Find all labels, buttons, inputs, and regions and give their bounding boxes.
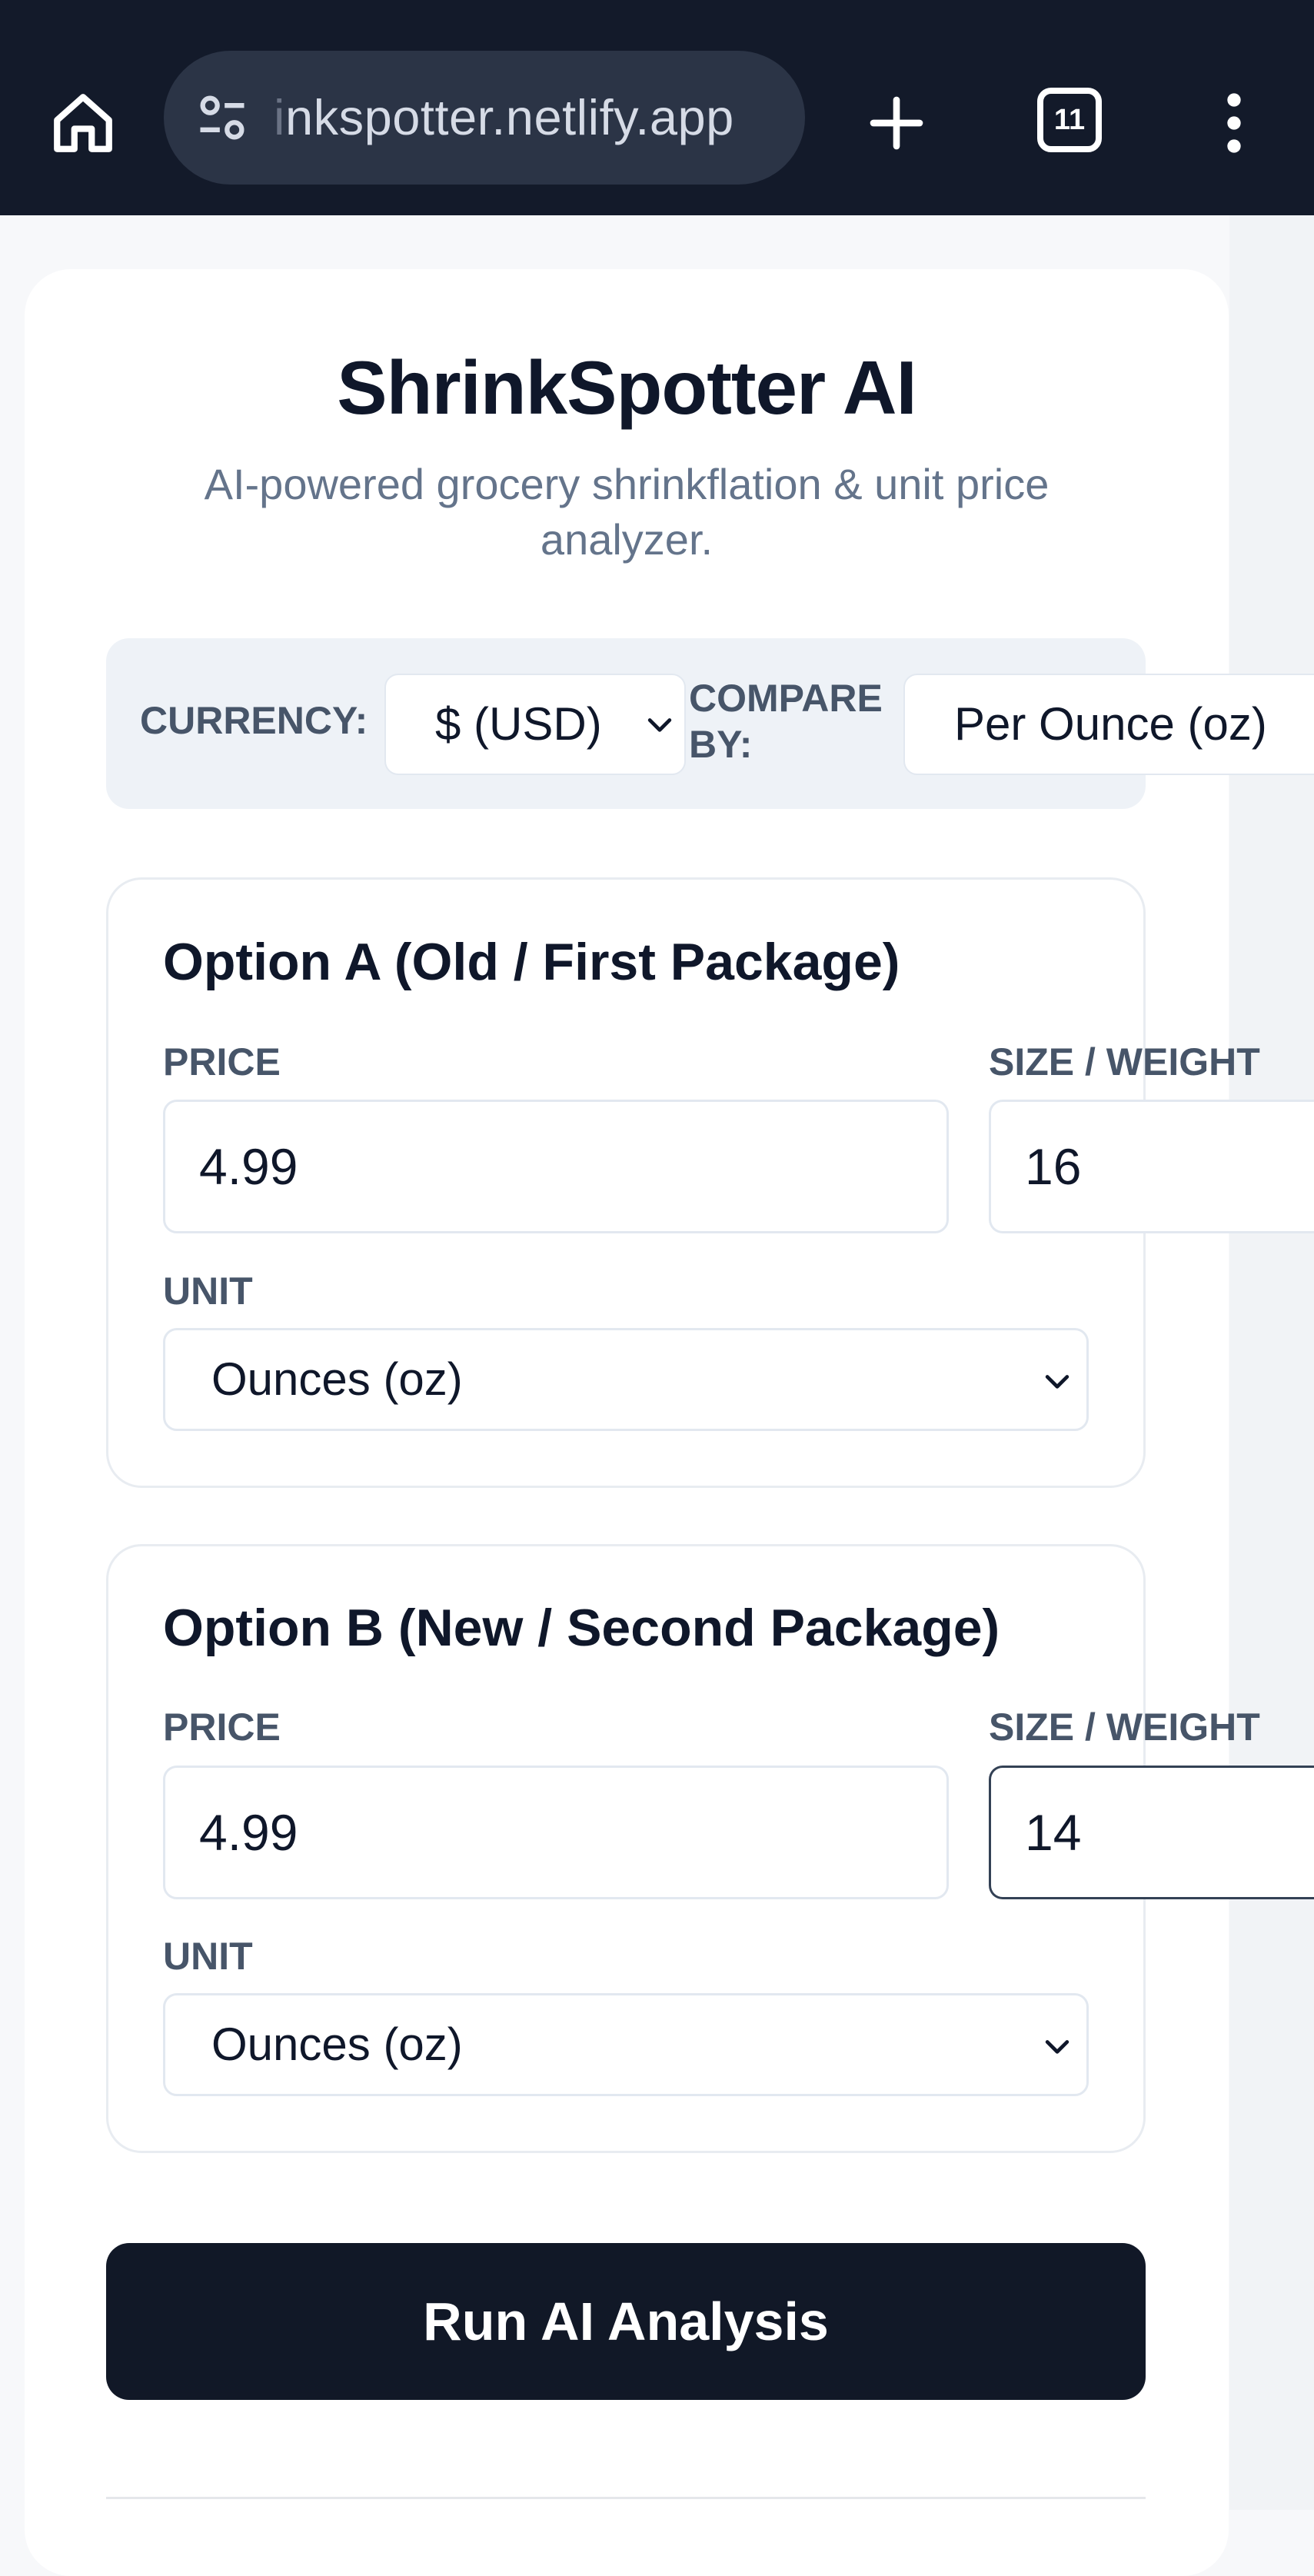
section-divider bbox=[106, 2497, 1146, 2499]
currency-value: $ (USD) bbox=[435, 698, 602, 750]
tab-count: 11 bbox=[1053, 103, 1086, 136]
chevron-down-icon bbox=[1045, 2040, 1069, 2054]
option-a-price-input[interactable]: 4.99 bbox=[163, 1100, 949, 1233]
option-a-price-value: 4.99 bbox=[199, 1138, 298, 1195]
currency-select[interactable]: $ (USD) bbox=[384, 674, 686, 775]
currency-label: CURRENCY: bbox=[140, 699, 368, 742]
option-a-size-value: 16 bbox=[1025, 1138, 1082, 1195]
chevron-down-icon bbox=[1045, 1375, 1069, 1389]
option-a-price-label: PRICE bbox=[163, 1040, 281, 1083]
address-bar[interactable]: inkspotter.netlify.app bbox=[164, 51, 805, 185]
option-b-unit-label: UNIT bbox=[163, 1935, 253, 1978]
option-a-size-label: SIZE / WEIGHT bbox=[989, 1040, 1260, 1083]
chevron-down-icon bbox=[647, 718, 672, 732]
option-b-price-input[interactable]: 4.99 bbox=[163, 1766, 949, 1899]
home-icon[interactable] bbox=[45, 85, 121, 161]
more-vert-icon[interactable] bbox=[1207, 85, 1261, 161]
option-a-title: Option A (Old / First Package) bbox=[163, 933, 900, 991]
plus-icon[interactable] bbox=[858, 85, 935, 161]
option-a-unit-value: Ounces (oz) bbox=[211, 1353, 463, 1405]
compare-by-label: COMPARE BY: bbox=[689, 677, 883, 766]
page-title: ShrinkSpotter AI bbox=[337, 345, 917, 430]
option-a-unit-select[interactable]: Ounces (oz) bbox=[163, 1328, 1089, 1431]
option-b-title: Option B (New / Second Package) bbox=[163, 1599, 1000, 1657]
option-b-price-label: PRICE bbox=[163, 1706, 281, 1749]
option-b-unit-value: Ounces (oz) bbox=[211, 2019, 463, 2070]
url-prefix: i bbox=[274, 89, 285, 145]
option-b-price-value: 4.99 bbox=[199, 1804, 298, 1861]
compare-by-value: Per Ounce (oz) bbox=[954, 698, 1267, 750]
tab-switcher-icon[interactable]: 11 bbox=[1037, 88, 1102, 152]
option-b-size-label: SIZE / WEIGHT bbox=[989, 1706, 1260, 1749]
tune-icon[interactable] bbox=[191, 87, 253, 148]
option-a-unit-label: UNIT bbox=[163, 1270, 253, 1313]
run-analysis-button[interactable]: Run AI Analysis bbox=[106, 2243, 1146, 2400]
page-subtitle: AI-powered grocery shrinkflation & unit … bbox=[204, 460, 1050, 564]
option-b-unit-select[interactable]: Ounces (oz) bbox=[163, 1993, 1089, 2096]
option-b-size-input[interactable]: 14 bbox=[989, 1766, 1314, 1899]
url-text: inkspotter.netlify.app bbox=[274, 51, 797, 185]
option-b-size-value: 14 bbox=[1025, 1804, 1082, 1861]
page-background-edge bbox=[1229, 215, 1314, 2510]
option-a-size-input[interactable]: 16 bbox=[989, 1100, 1314, 1233]
browser-toolbar: inkspotter.netlify.app 11 bbox=[0, 0, 1314, 215]
url-host: nkspotter.netlify.app bbox=[284, 89, 734, 145]
compare-by-select[interactable]: Per Ounce (oz) bbox=[903, 674, 1314, 775]
